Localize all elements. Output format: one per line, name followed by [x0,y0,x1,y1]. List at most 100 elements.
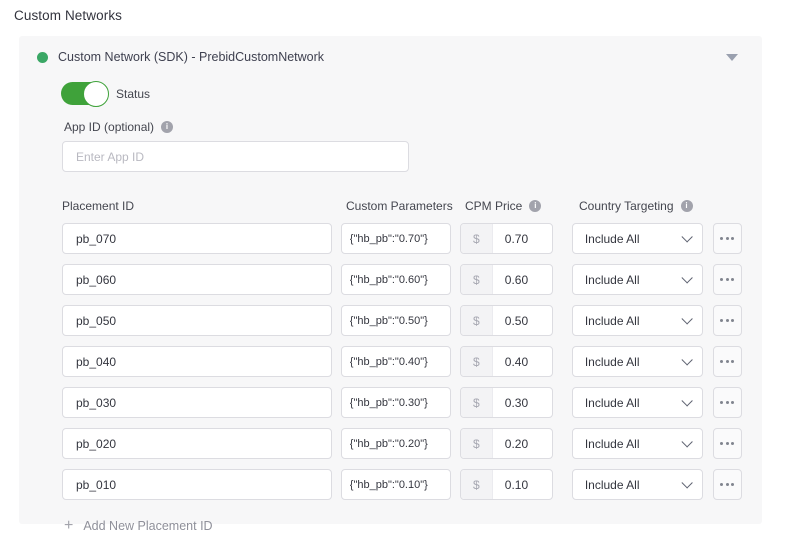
currency-symbol: $ [461,347,493,376]
cpm-price-input[interactable] [493,429,552,458]
info-icon[interactable]: i [681,200,693,212]
custom-parameters-input[interactable] [341,428,451,459]
page-title: Custom Networks [14,8,798,23]
custom-parameters-header: Custom Parameters [346,199,456,213]
country-targeting-header: Country Targeting i [579,199,712,213]
ellipsis-icon [720,401,734,404]
info-icon[interactable]: i [161,121,173,133]
placement-row: $ Include All [62,305,742,336]
placement-id-input[interactable] [62,428,332,459]
country-targeting-value: Include All [585,314,640,328]
currency-symbol: $ [461,224,493,253]
custom-parameters-header-label: Custom Parameters [346,199,453,213]
network-header: Custom Network (SDK) - PrebidCustomNetwo… [37,45,742,69]
country-targeting-select[interactable]: Include All [572,223,703,254]
custom-parameters-input[interactable] [341,264,451,295]
currency-symbol: $ [461,265,493,294]
app-id-input[interactable] [62,141,409,172]
placement-id-input[interactable] [62,223,332,254]
country-targeting-select[interactable]: Include All [572,469,703,500]
placement-id-input[interactable] [62,469,332,500]
chevron-down-icon [681,231,692,242]
info-icon[interactable]: i [529,200,541,212]
cpm-price-input[interactable] [493,470,552,499]
cpm-price-input[interactable] [493,224,552,253]
chevron-down-icon [681,395,692,406]
country-targeting-value: Include All [585,396,640,410]
custom-network-card: Custom Network (SDK) - PrebidCustomNetwo… [19,36,762,524]
chevron-down-icon [681,272,692,283]
status-row: Status [61,82,742,105]
chevron-down-icon [681,436,692,447]
placement-row: $ Include All [62,387,742,418]
country-targeting-value: Include All [585,355,640,369]
country-targeting-select[interactable]: Include All [572,264,703,295]
collapse-caret-icon[interactable] [726,54,738,61]
placement-id-input[interactable] [62,346,332,377]
cpm-price-field: $ [460,223,553,254]
placement-id-header: Placement ID [62,199,337,213]
chevron-down-icon [681,477,692,488]
status-toggle[interactable] [61,82,107,105]
status-dot-icon [37,52,48,63]
custom-parameters-input[interactable] [341,223,451,254]
ellipsis-icon [720,278,734,281]
country-targeting-value: Include All [585,478,640,492]
cpm-price-input[interactable] [493,265,552,294]
network-title: Custom Network (SDK) - PrebidCustomNetwo… [58,50,324,64]
cpm-price-field: $ [460,428,553,459]
row-options-button[interactable] [713,264,742,295]
cpm-price-input[interactable] [493,388,552,417]
ellipsis-icon [720,442,734,445]
placement-row: $ Include All [62,469,742,500]
ellipsis-icon [720,360,734,363]
chevron-down-icon [681,354,692,365]
country-targeting-select[interactable]: Include All [572,428,703,459]
currency-symbol: $ [461,306,493,335]
add-placement-label: Add New Placement ID [83,519,212,533]
cpm-price-header: CPM Price i [465,199,560,213]
row-options-button[interactable] [713,305,742,336]
cpm-price-header-label: CPM Price [465,199,522,213]
toggle-knob [83,81,109,107]
placement-row: $ Include All [62,223,742,254]
placements-header-row: Placement ID Custom Parameters CPM Price… [62,199,742,213]
chevron-down-icon [681,313,692,324]
cpm-price-input[interactable] [493,347,552,376]
placement-id-input[interactable] [62,264,332,295]
placement-row: $ Include All [62,264,742,295]
custom-parameters-input[interactable] [341,469,451,500]
country-targeting-select[interactable]: Include All [572,305,703,336]
cpm-price-field: $ [460,346,553,377]
plus-icon: + [64,519,73,533]
placement-id-input[interactable] [62,387,332,418]
row-options-button[interactable] [713,469,742,500]
custom-parameters-input[interactable] [341,387,451,418]
currency-symbol: $ [461,470,493,499]
custom-parameters-input[interactable] [341,346,451,377]
row-options-button[interactable] [713,223,742,254]
row-options-button[interactable] [713,387,742,418]
placement-id-input[interactable] [62,305,332,336]
placement-row: $ Include All [62,346,742,377]
add-placement-button[interactable]: + Add New Placement ID [64,519,742,533]
app-id-label-row: App ID (optional) i [64,120,742,134]
country-targeting-value: Include All [585,437,640,451]
ellipsis-icon [720,237,734,240]
custom-parameters-input[interactable] [341,305,451,336]
country-targeting-select[interactable]: Include All [572,387,703,418]
cpm-price-input[interactable] [493,306,552,335]
placement-id-header-label: Placement ID [62,199,134,213]
cpm-price-field: $ [460,264,553,295]
row-options-button[interactable] [713,346,742,377]
placement-row: $ Include All [62,428,742,459]
currency-symbol: $ [461,388,493,417]
cpm-price-field: $ [460,387,553,418]
country-targeting-value: Include All [585,232,640,246]
ellipsis-icon [720,319,734,322]
country-targeting-value: Include All [585,273,640,287]
status-label: Status [116,87,150,101]
row-options-button[interactable] [713,428,742,459]
ellipsis-icon [720,483,734,486]
country-targeting-select[interactable]: Include All [572,346,703,377]
